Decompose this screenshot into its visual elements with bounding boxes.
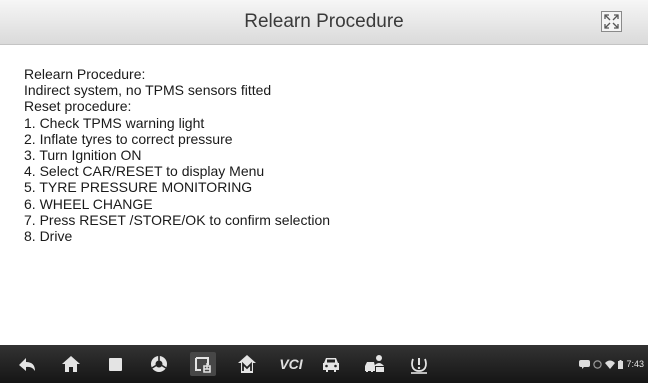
procedure-step: 6. WHEEL CHANGE bbox=[24, 195, 153, 212]
car-user-icon bbox=[365, 355, 384, 372]
procedure-step: 5. TYRE PRESSURE MONITORING bbox=[24, 179, 253, 196]
alarm-icon bbox=[593, 359, 603, 369]
wifi-icon bbox=[605, 360, 616, 369]
page-title: Relearn Procedure bbox=[244, 11, 404, 32]
back-arrow-icon bbox=[19, 358, 35, 371]
maxifix-icon bbox=[238, 355, 256, 373]
recent-apps-icon bbox=[109, 358, 122, 371]
browser-button[interactable] bbox=[146, 352, 172, 376]
message-icon bbox=[579, 359, 591, 369]
back-button[interactable] bbox=[14, 352, 40, 376]
vci-icon: VCI bbox=[279, 356, 303, 372]
procedure-line: Reset procedure: bbox=[24, 98, 132, 115]
status-area: 7:43 bbox=[579, 357, 644, 371]
car-icon bbox=[323, 358, 339, 372]
procedure-line: Indirect system, no TPMS sensors fitted bbox=[24, 82, 272, 99]
vehicle-user-button[interactable] bbox=[362, 352, 388, 376]
procedure-step: 2. Inflate tyres to correct pressure bbox=[24, 130, 233, 147]
procedure-step: 3. Turn Ignition ON bbox=[24, 147, 142, 164]
vehicle-button[interactable] bbox=[318, 352, 344, 376]
recent-apps-button[interactable] bbox=[102, 352, 128, 376]
screenshot-icon bbox=[195, 357, 211, 373]
home-icon bbox=[62, 356, 80, 372]
system-navigation-bar: VCI 7:43 bbox=[0, 345, 648, 383]
procedure-step: 8. Drive bbox=[24, 228, 73, 245]
maxifix-button[interactable] bbox=[234, 352, 260, 376]
fullscreen-toggle-button[interactable] bbox=[601, 11, 622, 32]
status-clock: 7:43 bbox=[626, 359, 644, 369]
browser-icon bbox=[151, 356, 167, 372]
tpms-button[interactable] bbox=[406, 352, 432, 376]
procedure-line: Relearn Procedure: bbox=[24, 66, 146, 82]
procedure-step: 7. Press RESET /STORE/OK to confirm sele… bbox=[24, 211, 331, 228]
procedure-text: Relearn Procedure: Indirect system, no T… bbox=[24, 66, 624, 328]
battery-icon bbox=[618, 359, 624, 369]
procedure-step: 1. Check TPMS warning light bbox=[24, 114, 205, 131]
home-button[interactable] bbox=[58, 352, 84, 376]
vci-button[interactable]: VCI bbox=[274, 352, 308, 376]
tpms-icon bbox=[411, 358, 427, 374]
title-bar: Relearn Procedure bbox=[0, 0, 648, 45]
fullscreen-toggle-icon bbox=[604, 14, 619, 29]
screenshot-button[interactable] bbox=[190, 352, 216, 376]
procedure-step: 4. Select CAR/RESET to display Menu bbox=[24, 163, 265, 180]
